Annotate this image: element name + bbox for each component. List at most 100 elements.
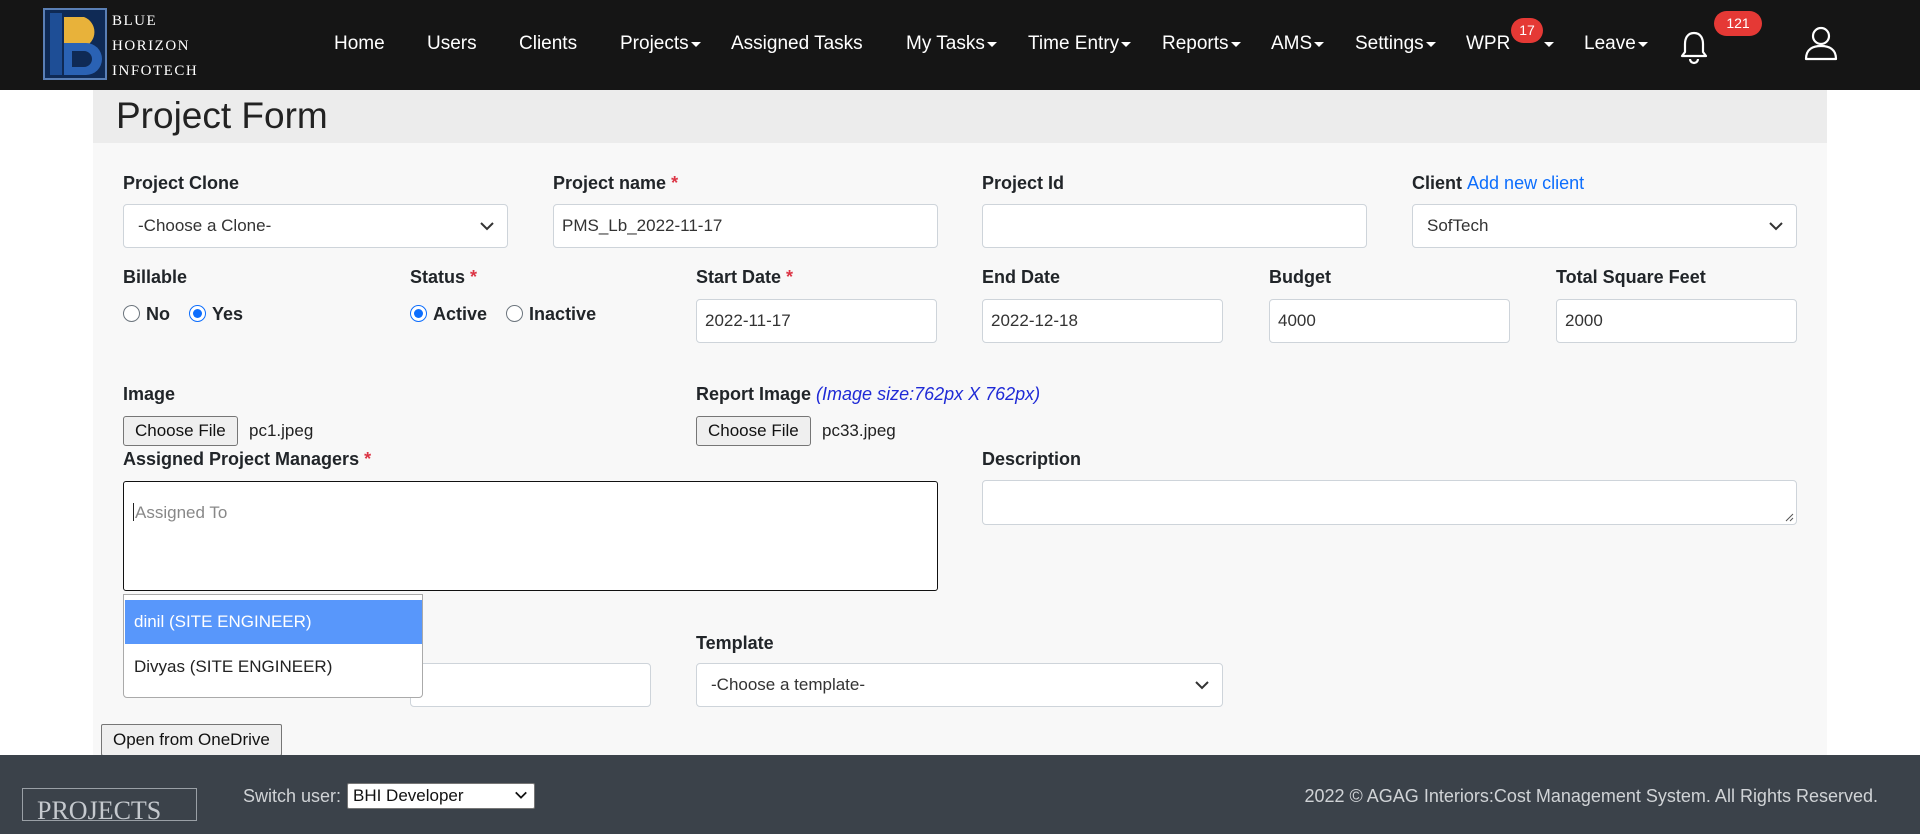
- user-icon[interactable]: [1804, 25, 1838, 61]
- project-name-label: Project name *: [553, 173, 678, 194]
- nav-ams[interactable]: AMS: [1271, 33, 1325, 55]
- assigned-managers-placeholder: Assigned To: [135, 503, 228, 522]
- template-select[interactable]: -Choose a template-: [696, 663, 1223, 707]
- chevron-down-icon: [986, 42, 997, 47]
- billable-yes-label: Yes: [212, 304, 244, 324]
- required-marker: *: [671, 173, 679, 193]
- chevron-down-icon: [1425, 42, 1436, 47]
- chevron-down-icon: [1769, 222, 1783, 231]
- chevron-down-icon: [1637, 42, 1648, 47]
- project-id-input[interactable]: [982, 204, 1367, 248]
- resize-handle-icon[interactable]: [1784, 512, 1794, 522]
- image-file-name: pc1.jpeg: [249, 421, 314, 440]
- nav-time-entry-label: Time Entry: [1028, 33, 1120, 54]
- billable-no-label: No: [146, 304, 170, 324]
- brand-line-3: INFOTECH: [112, 63, 199, 79]
- project-name-label-text: Project name: [553, 173, 667, 193]
- nav-assigned-tasks-label: Assigned Tasks: [731, 33, 863, 54]
- nav-users[interactable]: Users: [427, 33, 477, 55]
- logo-mark-icon: [43, 8, 107, 80]
- brand-logo[interactable]: BLUE HORIZON INFOTECH: [42, 7, 202, 83]
- dropdown-option-divyas[interactable]: Divyas (SITE ENGINEER): [125, 645, 422, 689]
- image-label: Image: [123, 384, 175, 405]
- description-label-text: Description: [982, 449, 1082, 469]
- bell-icon[interactable]: [1679, 29, 1709, 65]
- nav-assigned-tasks[interactable]: Assigned Tasks: [731, 33, 863, 55]
- project-clone-label-text: Project Clone: [123, 173, 240, 193]
- nav-time-entry[interactable]: Time Entry: [1028, 33, 1132, 55]
- chevron-down-icon: [515, 791, 527, 799]
- description-label: Description: [982, 449, 1081, 470]
- image-choose-file-button[interactable]: Choose File: [123, 416, 238, 446]
- footer: PROJECTS Switch user: BHI Developer 2022…: [0, 755, 1920, 834]
- chevron-down-icon: [1195, 681, 1209, 690]
- project-clone-select[interactable]: -Choose a Clone-: [123, 204, 508, 248]
- add-new-client-link[interactable]: Add new client: [1467, 173, 1584, 193]
- end-date-input[interactable]: 2022-12-18: [982, 299, 1223, 343]
- billable-label: Billable: [123, 267, 187, 288]
- template-label: Template: [696, 633, 774, 654]
- nav-ams-label: AMS: [1271, 33, 1313, 54]
- managers-label: Assigned Project Managers *: [123, 449, 371, 470]
- nav-reports-label: Reports: [1162, 33, 1229, 54]
- open-from-onedrive-button[interactable]: Open from OneDrive: [101, 724, 282, 756]
- nav-projects-label: Projects: [620, 33, 689, 54]
- switch-user-select[interactable]: BHI Developer: [347, 783, 535, 809]
- form-header: Project Form: [93, 90, 1827, 143]
- start-date-input[interactable]: 2022-11-17: [696, 299, 937, 343]
- billable-no-radio[interactable]: [123, 305, 140, 322]
- nav-clients[interactable]: Clients: [519, 33, 577, 55]
- status-label: Status *: [410, 267, 477, 288]
- footer-logo: PROJECTS: [22, 788, 197, 821]
- managers-dropdown: dinil (SITE ENGINEER) Divyas (SITE ENGIN…: [123, 594, 423, 698]
- budget-label-text: Budget: [1269, 267, 1331, 287]
- budget-label: Budget: [1269, 267, 1331, 288]
- total-sqft-input[interactable]: 2000: [1556, 299, 1797, 343]
- end-date-label: End Date: [982, 267, 1060, 288]
- dropdown-option-dinil[interactable]: dinil (SITE ENGINEER): [125, 600, 422, 644]
- assigned-managers-input[interactable]: Assigned To: [123, 481, 938, 591]
- nav-my-tasks-label: My Tasks: [906, 33, 985, 54]
- partially-hidden-input[interactable]: [410, 663, 651, 707]
- report-image-label: Report Image (Image size:762px X 762px): [696, 384, 1040, 405]
- status-active-radio[interactable]: [410, 305, 427, 322]
- switch-user-label: Switch user:: [243, 786, 342, 806]
- nav-projects[interactable]: Projects: [620, 33, 701, 55]
- nav-settings[interactable]: Settings: [1355, 33, 1436, 55]
- report-image-choose-file-button[interactable]: Choose File: [696, 416, 811, 446]
- total-sqft-label-text: Total Square Feet: [1556, 267, 1706, 287]
- billable-yes-radio[interactable]: [189, 305, 207, 322]
- nav-settings-label: Settings: [1355, 33, 1424, 54]
- project-name-input[interactable]: PMS_Lb_2022-11-17: [553, 204, 938, 248]
- billable-label-text: Billable: [123, 267, 188, 287]
- chevron-down-icon: [1544, 42, 1555, 47]
- nav-leave[interactable]: Leave: [1584, 33, 1648, 55]
- brand-name: BLUE HORIZON INFOTECH: [112, 9, 198, 84]
- nav-home-label: Home: [334, 33, 385, 54]
- text-cursor: [133, 503, 134, 521]
- brand-line-1: BLUE: [112, 13, 158, 29]
- project-clone-value: -Choose a Clone-: [138, 216, 272, 235]
- template-value: -Choose a template-: [711, 675, 866, 694]
- brand-line-2: HORIZON: [112, 38, 190, 54]
- nav-home[interactable]: Home: [334, 33, 385, 55]
- report-image-label-text: Report Image: [696, 384, 812, 404]
- description-textarea[interactable]: [982, 480, 1797, 525]
- nav-leave-label: Leave: [1584, 33, 1636, 54]
- status-radio-group: Active Inactive: [410, 304, 610, 325]
- image-label-text: Image: [123, 384, 176, 404]
- nav-my-tasks[interactable]: My Tasks: [906, 33, 997, 55]
- top-navbar: BLUE HORIZON INFOTECH Home Users Clients…: [0, 0, 1920, 90]
- report-image-file-name: pc33.jpeg: [822, 421, 896, 440]
- status-inactive-radio[interactable]: [506, 305, 524, 322]
- required-marker: *: [786, 267, 794, 287]
- switch-user-value: BHI Developer: [353, 786, 464, 805]
- nav-reports[interactable]: Reports: [1162, 33, 1241, 55]
- client-select[interactable]: SofTech: [1412, 204, 1797, 248]
- chevron-down-icon: [1121, 42, 1132, 47]
- status-label-text: Status: [410, 267, 466, 287]
- billable-radio-group: No Yes: [123, 304, 257, 325]
- client-label-text: Client: [1412, 173, 1463, 193]
- budget-input[interactable]: 4000: [1269, 299, 1510, 343]
- start-date-label: Start Date *: [696, 267, 793, 288]
